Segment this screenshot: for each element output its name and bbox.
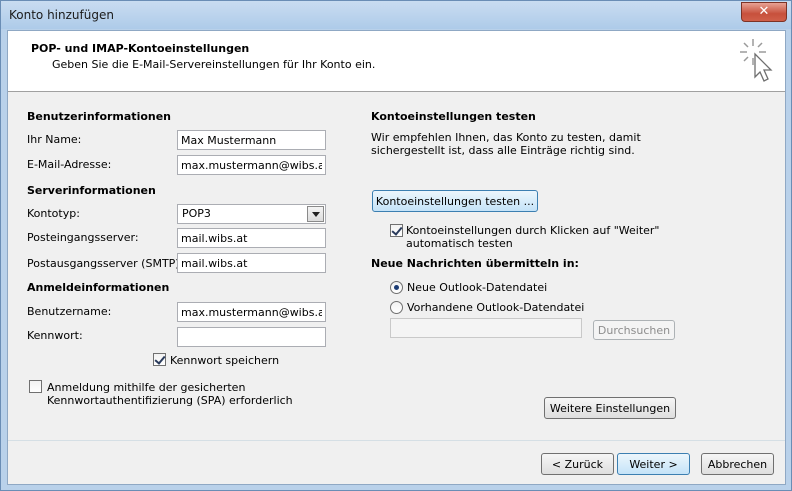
more-settings-button[interactable]: Weitere Einstellungen [544, 397, 676, 419]
password-input[interactable] [177, 327, 326, 347]
test-description-line1: Wir empfehlen Ihnen, das Konto zu testen… [371, 131, 641, 144]
page-title: POP- und IMAP-Kontoeinstellungen [31, 42, 250, 55]
close-button[interactable]: ✕ [741, 2, 787, 22]
outgoing-server-input[interactable] [177, 253, 326, 273]
email-input[interactable] [177, 155, 326, 175]
username-label: Benutzername: [27, 305, 112, 318]
auto-test-checkbox[interactable] [390, 224, 403, 237]
existing-data-file-radio[interactable] [390, 301, 403, 314]
existing-data-file-label: Vorhandene Outlook-Datendatei [407, 301, 585, 314]
name-label: Ihr Name: [27, 133, 82, 146]
incoming-server-input[interactable] [177, 228, 326, 248]
user-info-heading: Benutzerinformationen [27, 110, 172, 123]
footer-divider [8, 440, 785, 441]
cursor-sparkle-icon [740, 39, 773, 82]
save-password-checkbox[interactable] [153, 353, 166, 366]
title-bar[interactable]: Konto hinzufügen ✕ [1, 1, 791, 29]
existing-file-path-input[interactable] [390, 318, 582, 338]
page-subtitle: Geben Sie die E-Mail-Servereinstellungen… [52, 58, 376, 71]
new-data-file-radio[interactable] [390, 281, 403, 294]
deliver-heading: Neue Nachrichten übermitteln in: [371, 257, 579, 270]
save-password-label: Kennwort speichern [170, 354, 280, 367]
email-label: E-Mail-Adresse: [27, 158, 112, 171]
back-button[interactable]: < Zurück [541, 453, 614, 475]
name-input[interactable] [177, 130, 326, 150]
next-button[interactable]: Weiter > [617, 453, 690, 475]
spa-label-line2: Kennwortauthentifizierung (SPA) erforder… [47, 394, 293, 407]
new-data-file-label: Neue Outlook-Datendatei [407, 281, 548, 294]
test-account-button[interactable]: Kontoeinstellungen testen ... [372, 190, 538, 212]
dialog-content: POP- und IMAP-Kontoeinstellungen Geben S… [7, 30, 786, 485]
dialog-header: POP- und IMAP-Kontoeinstellungen Geben S… [8, 31, 785, 92]
incoming-server-label: Posteingangsserver: [27, 231, 139, 244]
account-type-select[interactable]: POP3 [177, 204, 326, 224]
account-type-value: POP3 [182, 207, 211, 220]
spa-checkbox[interactable] [29, 380, 42, 393]
dialog-window: Konto hinzufügen ✕ POP- und IMAP-Kontoei… [0, 0, 792, 491]
test-description-line2: sichergestellt ist, dass alle Einträge r… [371, 144, 635, 157]
spa-label-line1: Anmeldung mithilfe der gesicherten [47, 381, 246, 394]
auto-test-label-line2: automatisch testen [406, 237, 513, 250]
username-input[interactable] [177, 302, 326, 322]
window-title: Konto hinzufügen [9, 8, 114, 22]
test-settings-heading: Kontoeinstellungen testen [371, 110, 536, 123]
browse-button[interactable]: Durchsuchen [593, 320, 675, 340]
server-info-heading: Serverinformationen [27, 184, 156, 197]
login-info-heading: Anmeldeinformationen [27, 281, 170, 294]
auto-test-label-line1: Kontoeinstellungen durch Klicken auf "We… [406, 224, 660, 237]
cancel-button[interactable]: Abbrechen [701, 453, 774, 475]
password-label: Kennwort: [27, 329, 83, 342]
outgoing-server-label: Postausgangsserver (SMTP): [27, 257, 184, 270]
account-type-label: Kontotyp: [27, 207, 80, 220]
chevron-down-icon[interactable] [307, 206, 324, 222]
